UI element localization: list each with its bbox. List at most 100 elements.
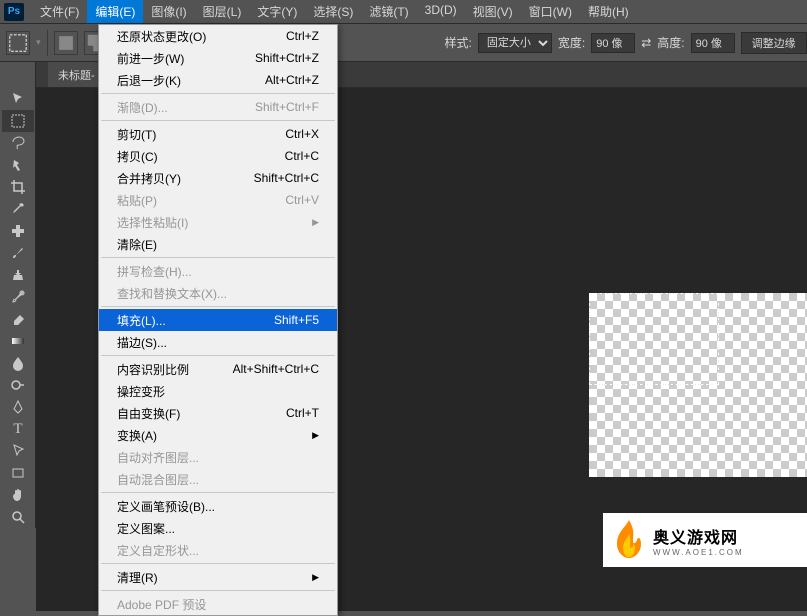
menu-entry-shortcut: Ctrl+X [285, 127, 319, 141]
type-tool-icon[interactable]: T [2, 418, 34, 440]
menu-entry-shortcut: Shift+Ctrl+Z [255, 51, 319, 65]
brush-tool-icon[interactable] [2, 242, 34, 264]
menu-item[interactable]: 滤镜(T) [361, 0, 416, 23]
menu-entry[interactable]: 清除(E) [99, 233, 337, 255]
menu-entry[interactable]: 操控变形 [99, 380, 337, 402]
menu-entry: 查找和替换文本(X)... [99, 282, 337, 304]
menu-entry-label: 自动混合图层... [117, 471, 199, 488]
menu-entry-label: 自动对齐图层... [117, 449, 199, 466]
history-brush-tool-icon[interactable] [2, 286, 34, 308]
menu-entry-label: 后退一步(K) [117, 72, 181, 89]
clone-stamp-tool-icon[interactable] [2, 264, 34, 286]
height-label: 高度: [657, 34, 684, 51]
menu-item[interactable]: 文字(Y) [249, 0, 305, 23]
blur-tool-icon[interactable] [2, 352, 34, 374]
menu-item[interactable]: 帮助(H) [580, 0, 637, 23]
watermark: 奥义游戏网 WWW.AOE1.COM [603, 513, 807, 567]
menu-item[interactable]: 选择(S) [305, 0, 361, 23]
document-tab-title: 未标题- [58, 67, 95, 83]
height-input[interactable] [691, 33, 735, 53]
menu-entry[interactable]: 清理(R) ▶ [99, 566, 337, 588]
submenu-arrow-icon: ▶ [312, 217, 319, 228]
flame-icon [611, 518, 647, 562]
menu-entry-shortcut: Shift+F5 [274, 313, 319, 327]
swap-dimensions-icon[interactable]: ⇄ [641, 36, 651, 50]
menu-item[interactable]: 视图(V) [465, 0, 521, 23]
marquee-tool-preset-icon[interactable] [6, 31, 30, 55]
lasso-tool-icon[interactable] [2, 132, 34, 154]
menu-entry[interactable]: 变换(A) ▶ [99, 424, 337, 446]
menu-entry-label: 自由变换(F) [117, 405, 180, 422]
menu-entry-shortcut: Ctrl+V [285, 193, 319, 207]
menu-entry-label: 变换(A) [117, 427, 157, 444]
menu-entry: 自动对齐图层... [99, 446, 337, 468]
menu-separator [101, 355, 335, 356]
eraser-tool-icon[interactable] [2, 308, 34, 330]
menu-separator [101, 563, 335, 564]
menu-entry-label: 还原状态更改(O) [117, 28, 206, 45]
width-input[interactable] [591, 33, 635, 53]
menu-entry[interactable]: 内容识别比例Alt+Shift+Ctrl+C [99, 358, 337, 380]
menu-entry[interactable]: 自由变换(F) Ctrl+T [99, 402, 337, 424]
menu-entry-label: 清理(R) [117, 569, 158, 586]
refine-edge-button[interactable]: 调整边缘 [741, 32, 807, 54]
menu-entry-label: 选择性粘贴(I) [117, 214, 188, 231]
menu-entry: 渐隐(D)...Shift+Ctrl+F [99, 96, 337, 118]
menu-item[interactable]: 编辑(E) [87, 0, 143, 23]
menu-entry-shortcut: Alt+Shift+Ctrl+C [233, 362, 319, 376]
menu-item[interactable]: 图像(I) [143, 0, 194, 23]
menu-entry[interactable]: 合并拷贝(Y) Shift+Ctrl+C [99, 167, 337, 189]
menu-entry[interactable]: 还原状态更改(O)Ctrl+Z [99, 25, 337, 47]
menu-entry-shortcut: Ctrl+T [286, 406, 319, 420]
edit-menu-dropdown: 还原状态更改(O)Ctrl+Z前进一步(W)Shift+Ctrl+Z后退一步(K… [98, 24, 338, 616]
menu-separator [101, 257, 335, 258]
menu-entry-shortcut: Shift+Ctrl+C [254, 171, 319, 185]
menu-item[interactable]: 文件(F) [32, 0, 87, 23]
zoom-tool-icon[interactable] [2, 506, 34, 528]
menu-entry-shortcut: Shift+Ctrl+F [255, 100, 319, 114]
submenu-arrow-icon: ▶ [312, 572, 319, 583]
menu-entry[interactable]: 描边(S)... [99, 331, 337, 353]
menu-entry: 自动混合图层... [99, 468, 337, 490]
menu-bar: Ps 文件(F)编辑(E)图像(I)图层(L)文字(Y)选择(S)滤镜(T)3D… [0, 0, 807, 24]
gradient-tool-icon[interactable] [2, 330, 34, 352]
dodge-tool-icon[interactable] [2, 374, 34, 396]
path-select-tool-icon[interactable] [2, 440, 34, 462]
style-label: 样式: [445, 34, 472, 51]
quick-select-tool-icon[interactable] [2, 154, 34, 176]
new-selection-icon[interactable] [54, 31, 78, 55]
pen-tool-icon[interactable] [2, 396, 34, 418]
menu-separator [101, 93, 335, 94]
watermark-url: WWW.AOE1.COM [653, 548, 744, 557]
move-tool-icon[interactable] [2, 88, 34, 110]
menu-entry-label: 定义画笔预设(B)... [117, 498, 215, 515]
menu-entry[interactable]: 填充(L)... Shift+F5 [99, 309, 337, 331]
menu-item[interactable]: 图层(L) [195, 0, 250, 23]
hand-tool-icon[interactable] [2, 484, 34, 506]
rectangle-tool-icon[interactable] [2, 462, 34, 484]
eyedropper-tool-icon[interactable] [2, 198, 34, 220]
menu-entry-label: 查找和替换文本(X)... [117, 285, 227, 302]
menu-separator [101, 120, 335, 121]
style-select[interactable]: 固定大小 [478, 33, 552, 53]
menu-entry-shortcut: Alt+Ctrl+Z [265, 73, 319, 87]
app-logo: Ps [4, 3, 24, 21]
menu-item[interactable]: 窗口(W) [521, 0, 580, 23]
menu-entry-label: 描边(S)... [117, 334, 167, 351]
menu-entry[interactable]: 定义图案... [99, 517, 337, 539]
menu-entry[interactable]: 后退一步(K) Alt+Ctrl+Z [99, 69, 337, 91]
menu-entry[interactable]: 剪切(T)Ctrl+X [99, 123, 337, 145]
menu-entry-label: 合并拷贝(Y) [117, 170, 181, 187]
menu-entry[interactable]: 前进一步(W)Shift+Ctrl+Z [99, 47, 337, 69]
canvas-document[interactable] [589, 293, 807, 477]
submenu-arrow-icon: ▶ [312, 430, 319, 441]
menu-separator [101, 590, 335, 591]
width-label: 宽度: [558, 34, 585, 51]
menu-entry-label: 填充(L)... [117, 312, 166, 329]
menu-item[interactable]: 3D(D) [417, 0, 465, 23]
spot-heal-tool-icon[interactable] [2, 220, 34, 242]
menu-entry[interactable]: 定义画笔预设(B)... [99, 495, 337, 517]
marquee-tool-icon[interactable] [2, 110, 34, 132]
crop-tool-icon[interactable] [2, 176, 34, 198]
menu-entry[interactable]: 拷贝(C)Ctrl+C [99, 145, 337, 167]
